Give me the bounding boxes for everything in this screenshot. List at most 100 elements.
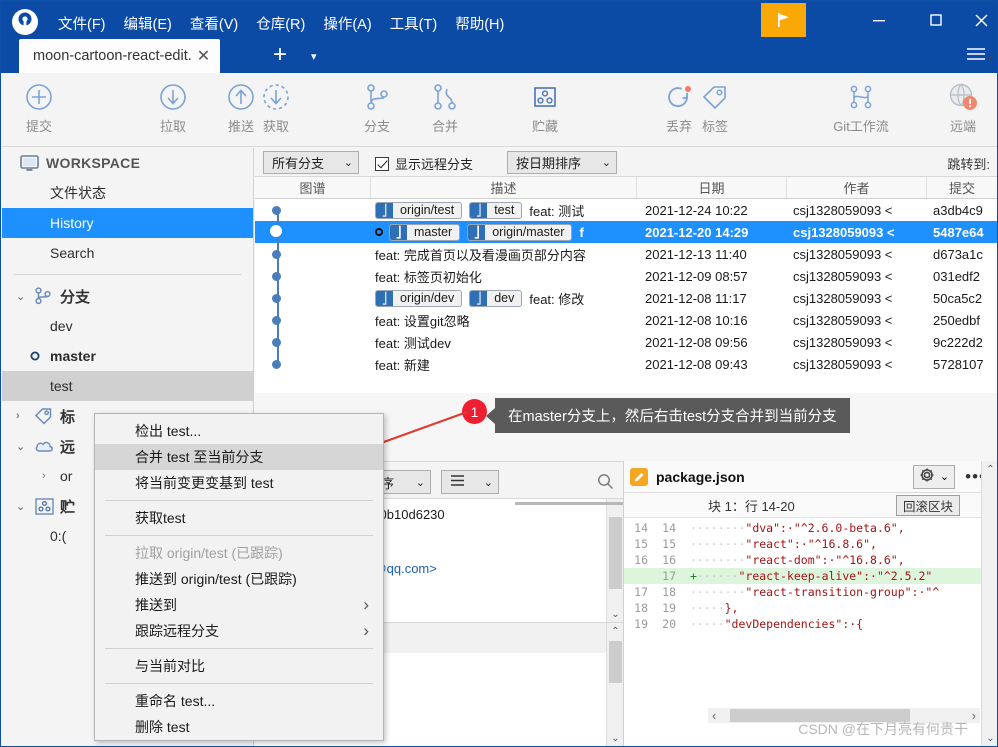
column-header-3[interactable]: 作者 (787, 177, 927, 198)
show-remote-branches-checkbox[interactable]: 显示远程分支 (375, 154, 473, 173)
table-row[interactable]: feat: 设置git忽略 2021-12-08 10:16 csj13280590… (255, 309, 997, 331)
toolbar-button-5[interactable]: 合并 (413, 79, 477, 141)
sidebar-branch-master[interactable]: master (2, 341, 253, 371)
diff-vertical-scrollbar[interactable]: ⌃ ⌄ (981, 461, 997, 746)
diff-line: 14 14 ········"dva":·"^2.6.0-beta.6", (624, 520, 997, 536)
commit-message: feat: 测试dev (375, 335, 451, 351)
toolbar-button-8[interactable]: 标签 (683, 79, 747, 141)
table-row[interactable]: feat: 测试dev 2021-12-08 09:56 csj1328059093… (255, 331, 997, 353)
branch-ref-tag[interactable]: ⎦ test (469, 201, 523, 219)
table-row[interactable]: ⎦ origin/dev ⎦ dev feat: 修改 2021-12-08 11:17 c… (255, 287, 997, 309)
file-list-scrollbar[interactable]: ⌃ ⌄ (606, 623, 623, 746)
diff-old-line-number: 19 (634, 617, 648, 631)
branch-ref-tag[interactable]: ⎦ origin/dev (375, 289, 463, 307)
scroll-right-icon[interactable]: › (972, 708, 976, 723)
minimize-button[interactable] (856, 3, 901, 37)
context-menu-item[interactable]: 合并 test 至当前分支 (95, 444, 383, 470)
commit-info-scrollbar[interactable]: ⌃ ⌄ (606, 499, 623, 622)
rollback-hunk-button[interactable]: 回滚区块 (895, 495, 960, 516)
toolbar-button-4[interactable]: 分支 (345, 79, 409, 141)
branch-tag-icon: ⎦ (390, 224, 407, 240)
context-menu-item[interactable]: 跟踪远程分支 (95, 618, 383, 644)
branch-tag-icon: ⎦ (376, 202, 393, 218)
table-row[interactable]: feat: 完成首页以及看漫画页部分内容 2021-12-13 11:40 csj1… (255, 243, 997, 265)
sidebar-item-file-status[interactable]: 文件状态 (2, 178, 253, 208)
column-header-1[interactable]: 描述 (371, 177, 637, 198)
sidebar-branch-dev[interactable]: dev (2, 311, 253, 341)
column-header-4[interactable]: 提交 (927, 177, 997, 198)
chevron-right-icon[interactable]: › (42, 470, 60, 482)
branch-ref-tag[interactable]: ⎦ master (389, 223, 461, 241)
toolbar-overflow-icon[interactable]: ▾ (988, 53, 993, 64)
context-menu-item[interactable]: 检出 test... (95, 418, 383, 444)
menu-item-2[interactable]: 查看(V) (181, 10, 247, 37)
merge-icon (430, 79, 460, 115)
sidebar-item-label: History (50, 215, 94, 231)
sidebar-section-branches[interactable]: ⌄ 分支 (2, 281, 253, 311)
diff-new-line-number: 15 (662, 537, 676, 551)
scrollbar-thumb[interactable] (609, 517, 622, 589)
tab-repository[interactable]: moon-cartoon-react-edit. ✕ (19, 39, 221, 73)
sort-order-dropdown[interactable]: 按日期排序 ⌄ (507, 151, 617, 174)
search-icon[interactable] (597, 473, 614, 493)
branch-tag-icon: ⎦ (470, 290, 488, 306)
menu-item-0[interactable]: 文件(F) (49, 10, 115, 37)
sidebar-branch-test[interactable]: test (2, 371, 253, 401)
menu-item-4[interactable]: 操作(A) (314, 10, 380, 37)
chevron-down-icon[interactable]: ⌄ (16, 440, 34, 453)
toolbar-button-1[interactable]: 拉取 (141, 79, 205, 141)
context-menu-item[interactable]: 获取test (95, 505, 383, 531)
sidebar-item-search[interactable]: Search (2, 238, 253, 268)
context-menu-item[interactable]: 与当前对比 (95, 653, 383, 679)
context-menu-item[interactable]: 将当前变更变基到 test (95, 470, 383, 496)
menu-item-5[interactable]: 工具(T) (381, 10, 447, 37)
scroll-up-icon[interactable]: ⌃ (982, 461, 997, 478)
chevron-right-icon[interactable]: › (16, 410, 34, 422)
branch-ref-tag[interactable]: ⎦ origin/master (467, 223, 573, 241)
branch-ref-tag[interactable]: ⎦ dev (469, 289, 523, 307)
branch-filter-dropdown[interactable]: 所有分支 ⌄ (263, 151, 359, 174)
tab-dropdown-icon[interactable]: ▾ (311, 50, 317, 63)
close-button[interactable] (959, 3, 997, 37)
view-mode-dropdown[interactable]: ⌄ (441, 470, 499, 494)
maximize-button[interactable] (913, 3, 958, 37)
context-menu-item[interactable]: 推送到 origin/test (已跟踪) (95, 566, 383, 592)
branch-tag-icon: ⎦ (470, 202, 488, 218)
column-header-0[interactable]: 图谱 (255, 177, 371, 198)
scroll-down-icon[interactable]: ⌄ (607, 730, 623, 746)
context-menu-item[interactable]: 推送到 (95, 592, 383, 618)
branch-ref-tag[interactable]: ⎦ origin/test (375, 201, 463, 219)
toolbar-button-0[interactable]: 提交 (7, 79, 71, 141)
commit-message: f (579, 224, 584, 240)
table-row[interactable]: feat: 新建 2021-12-08 09:43 csj1328059093 < 5… (255, 353, 997, 375)
toolbar-button-10[interactable]: 远端 (931, 79, 995, 141)
scroll-down-icon[interactable]: ⌄ (607, 606, 623, 622)
context-menu-item[interactable]: 删除 test (95, 714, 383, 740)
toolbar-button-6[interactable]: 贮藏 (513, 79, 577, 141)
chevron-down-icon[interactable]: ⌄ (16, 290, 34, 303)
toolbar-button-9[interactable]: Git工作流 (816, 79, 906, 141)
scroll-down-icon[interactable]: ⌄ (982, 730, 997, 746)
flag-button[interactable] (761, 3, 806, 37)
menu-item-6[interactable]: 帮助(H) (446, 10, 513, 37)
annotation-tooltip: 在master分支上，然后右击test分支合并到当前分支 (486, 398, 850, 433)
menu-item-3[interactable]: 仓库(R) (247, 10, 314, 37)
app-logo-icon (11, 8, 39, 36)
sidebar-item-history[interactable]: History (2, 208, 253, 238)
column-header-2[interactable]: 日期 (637, 177, 787, 198)
table-row[interactable]: feat: 标签页初始化 2021-12-09 08:57 csj132805909… (255, 265, 997, 287)
toolbar-button-3[interactable]: 获取 (244, 79, 308, 141)
horizontal-scrollbar-thumb[interactable] (515, 502, 623, 505)
chevron-down-icon[interactable]: ⌄ (16, 500, 34, 513)
diff-settings-button[interactable]: ⌄ (912, 464, 956, 489)
tab-close-icon[interactable]: ✕ (193, 46, 214, 66)
commit-author-cell: csj1328059093 < (793, 268, 893, 284)
scroll-up-icon[interactable]: ⌃ (607, 623, 623, 640)
menu-item-1[interactable]: 编辑(E) (115, 10, 181, 37)
scrollbar-thumb[interactable] (609, 641, 622, 683)
table-row[interactable]: ⎦ master ⎦ origin/master f 2021-12-20 14:29 cs… (255, 221, 997, 243)
table-row[interactable]: ⎦ origin/test ⎦ test feat: 测试 2021-12-24 10:2… (255, 199, 997, 221)
new-tab-button[interactable]: + (273, 43, 287, 67)
context-menu-item[interactable]: 重命名 test... (95, 688, 383, 714)
scroll-left-icon[interactable]: ‹ (712, 708, 716, 723)
